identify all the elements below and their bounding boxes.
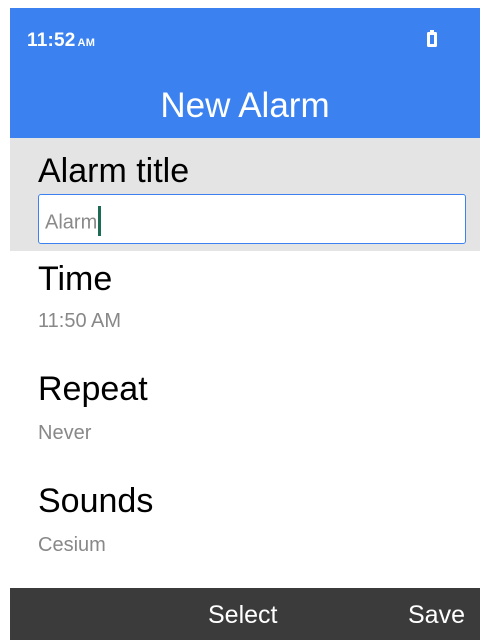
- alarm-title-input-value[interactable]: Alarm: [45, 206, 102, 238]
- save-softkey[interactable]: Save: [408, 601, 465, 630]
- header: 11:52 AM New Alarm: [10, 8, 480, 138]
- sounds-label: Sounds: [38, 482, 154, 520]
- alarm-title-input-text[interactable]: Alarm: [45, 211, 97, 233]
- text-caret: [98, 206, 102, 236]
- status-time: 11:52 AM: [27, 30, 95, 52]
- status-time-value: 11:52: [27, 30, 76, 51]
- alarm-title-input[interactable]: Alarm: [38, 194, 466, 244]
- status-time-ampm: AM: [77, 37, 96, 49]
- page-title: New Alarm: [160, 86, 330, 125]
- sounds-value: Cesium: [38, 534, 106, 556]
- repeat-value: Never: [38, 422, 92, 444]
- battery-icon: [427, 30, 437, 47]
- softkey-bar: Select Save: [10, 588, 480, 640]
- time-label: Time: [38, 260, 113, 298]
- time-value: 11:50 AM: [38, 310, 122, 332]
- new-alarm-screen: 11:52 AM New Alarm Alarm title Alarm Time…: [10, 8, 480, 640]
- repeat-label: Repeat: [38, 370, 148, 408]
- alarm-title-label: Alarm title: [38, 152, 190, 190]
- select-softkey[interactable]: Select: [208, 601, 277, 630]
